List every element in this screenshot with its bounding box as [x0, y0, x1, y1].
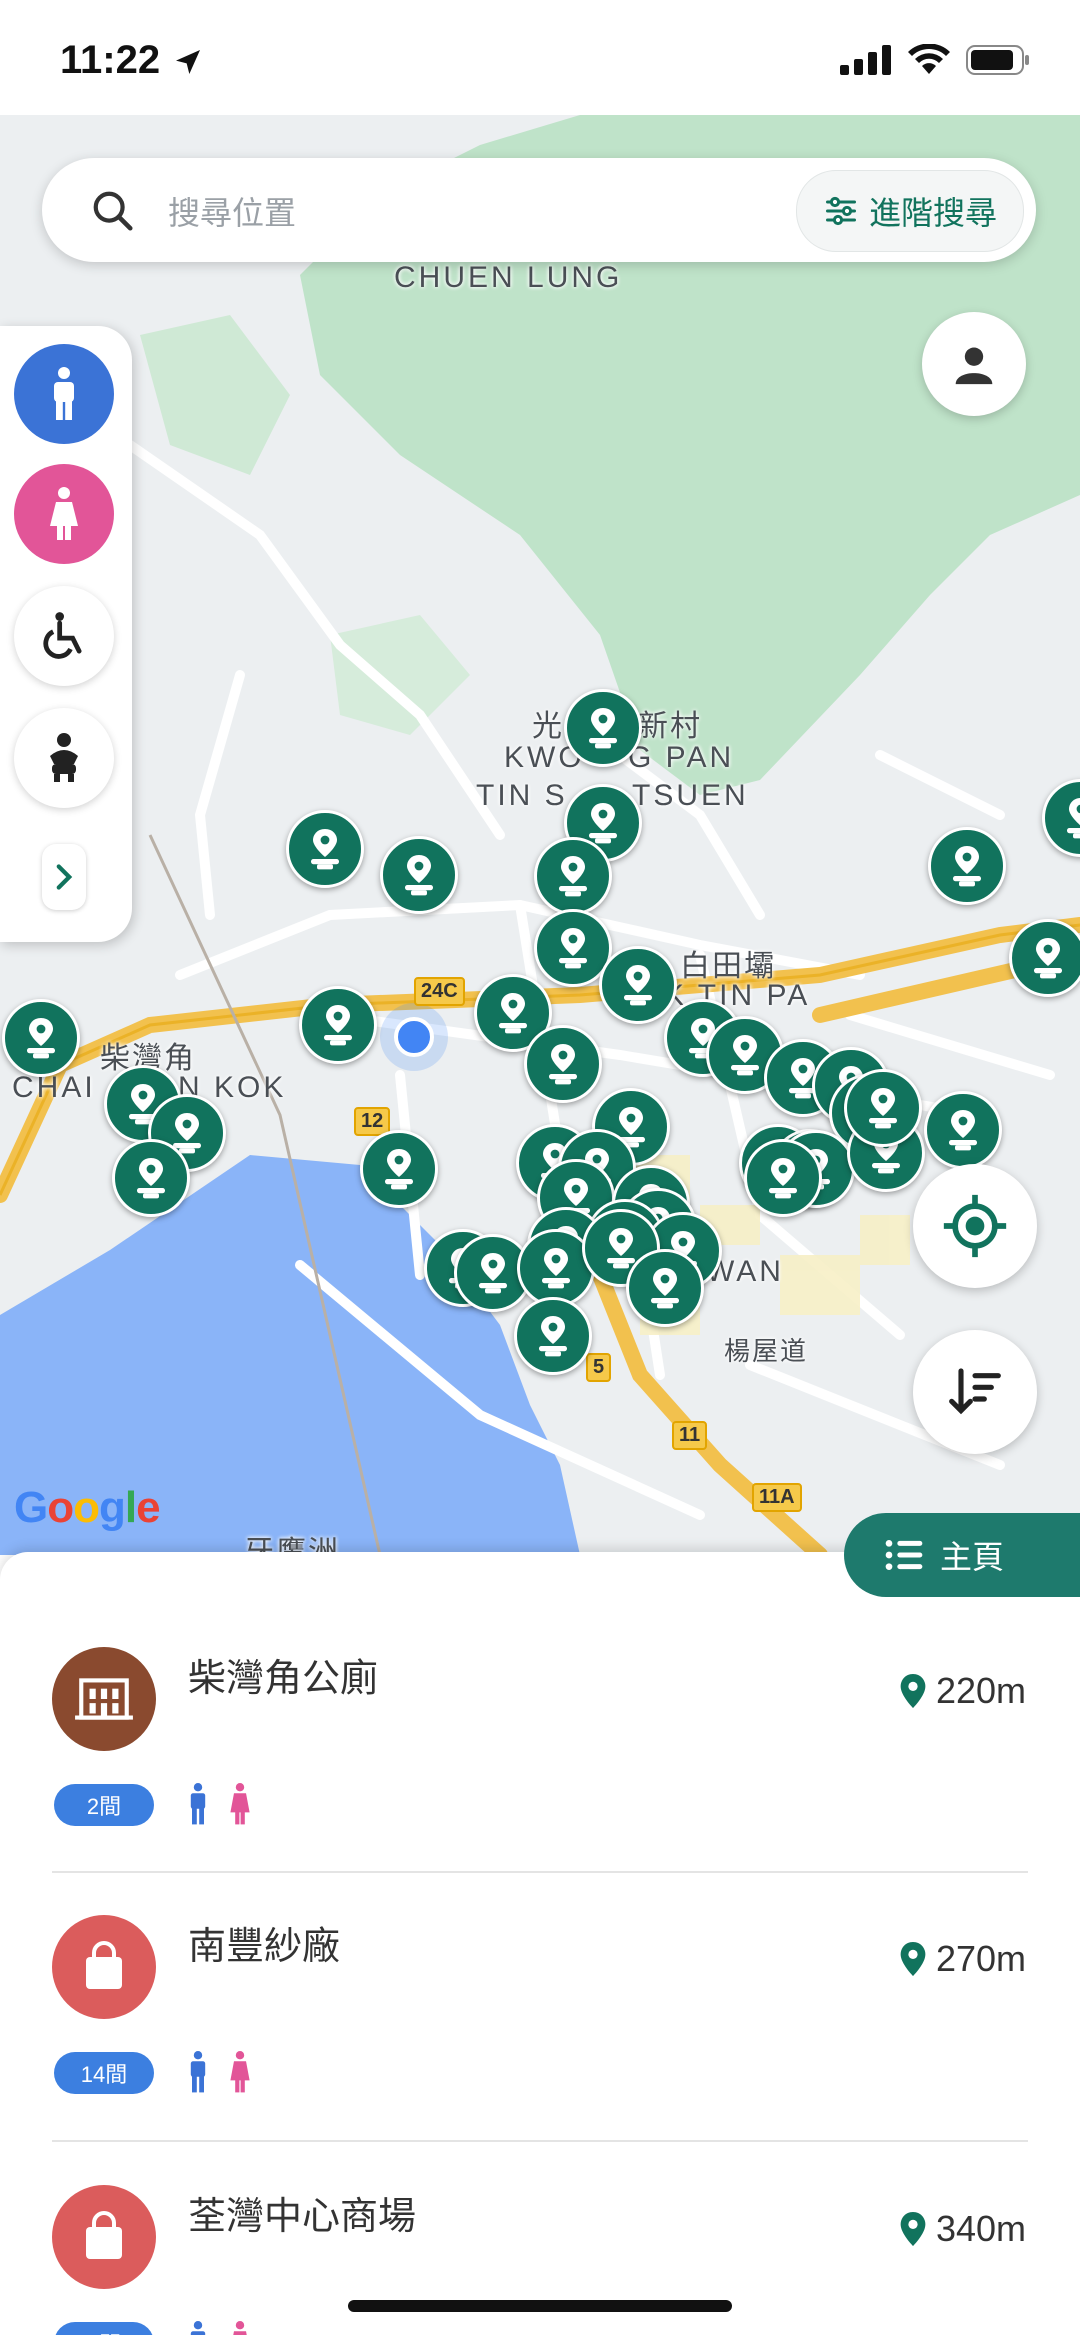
status-icons — [840, 44, 1030, 76]
facility-avatar — [52, 1915, 156, 2019]
route-badge: 11A — [752, 1483, 802, 1512]
filter-accessible-button[interactable] — [14, 586, 114, 686]
profile-button[interactable] — [922, 312, 1026, 416]
map-label-kwong-pan-cn: 光 — [532, 710, 564, 743]
google-logo-letter: G — [14, 1483, 48, 1532]
male-icon — [190, 2051, 206, 2093]
user-icon — [955, 347, 993, 385]
toilet-pin-icon[interactable] — [360, 1130, 438, 1208]
toilet-pin-icon[interactable] — [599, 946, 677, 1024]
google-logo-letter: o — [47, 1483, 74, 1532]
search-icon — [93, 191, 133, 231]
location-arrow-icon — [176, 50, 200, 74]
google-logo-letter: o — [73, 1483, 100, 1532]
wifi-icon — [908, 44, 950, 74]
toilet-pin-icon[interactable] — [514, 1297, 592, 1375]
wheelchair-icon — [43, 612, 82, 659]
stall-count-badge: 2間 — [54, 2322, 154, 2335]
route-badge: 11 — [672, 1421, 708, 1450]
map-label-yeung-uk-road: 楊屋道 — [724, 1336, 809, 1366]
toilet-pin-icon[interactable] — [744, 1139, 822, 1217]
home-tab-label: 主頁 — [940, 1539, 1005, 1575]
male-icon — [54, 367, 74, 420]
toilet-pin-icon[interactable] — [299, 986, 377, 1064]
female-icon — [230, 2051, 250, 2093]
filter-female-button[interactable] — [14, 464, 114, 564]
stall-count-badge: 14間 — [54, 2052, 154, 2094]
home-tab-button[interactable]: 主頁 — [844, 1513, 1080, 1597]
search-input[interactable]: 搜尋位置 — [168, 188, 296, 234]
google-logo: Google — [14, 1483, 161, 1533]
shopping-bag-icon — [86, 2211, 122, 2259]
filter-baby-button[interactable] — [14, 708, 114, 808]
map-label-nga-ying-chau: 牙鷹洲 — [244, 1536, 340, 1555]
toilet-pin-icon[interactable] — [626, 1249, 704, 1327]
facility-name: 南豐紗廠 — [188, 1926, 341, 1968]
facility-distance: 270m — [900, 1938, 1026, 1980]
shopping-bag-icon — [86, 1941, 122, 1989]
toilet-pin-icon[interactable] — [286, 810, 364, 888]
distance-value: 270m — [935, 1938, 1026, 1979]
locate-me-button[interactable] — [913, 1164, 1037, 1288]
sort-icon — [949, 1368, 1001, 1415]
facility-name: 柴灣角公廁 — [188, 1658, 379, 1700]
sliders-icon — [825, 196, 856, 226]
list-icon — [885, 1540, 923, 1570]
map-view[interactable]: CHUEN LUNG 光 新村 KWO G PAN TIN S TSUEN 白田… — [0, 115, 1080, 1555]
toilet-pin-icon[interactable] — [380, 836, 458, 914]
battery-icon — [966, 45, 1029, 75]
facility-distance: 340m — [900, 2208, 1026, 2250]
filter-panel — [0, 326, 132, 942]
route-badge: 5 — [586, 1353, 612, 1382]
map-label-kwong-pan-en1b: G PAN — [628, 741, 735, 774]
status-bar: 11:22 — [0, 0, 1080, 115]
google-logo-letter: e — [136, 1483, 161, 1532]
google-logo-letter: l — [124, 1483, 137, 1532]
google-logo-letter: g — [99, 1483, 126, 1532]
toilet-pin-icon[interactable] — [924, 1091, 1002, 1169]
status-time: 11:22 — [60, 38, 161, 82]
map-label-kwong-pan-en2b: TSUEN — [632, 779, 749, 812]
facility-avatar — [52, 1647, 156, 1751]
chevron-right-icon — [56, 864, 73, 890]
toilet-pin-icon[interactable] — [1009, 919, 1080, 997]
route-badge: 24C — [414, 977, 465, 1006]
map-label-kwong-pan-cn2: 新村 — [638, 710, 702, 743]
filter-expand-button[interactable] — [42, 844, 86, 910]
facility-distance: 220m — [900, 1670, 1026, 1712]
list-item[interactable]: 南豐紗廠 270m 14間 — [0, 1820, 1080, 2094]
location-pin-icon — [900, 2212, 926, 2246]
building-icon — [75, 1678, 133, 1720]
crosshair-icon — [943, 1194, 1007, 1258]
map-label-chuen-lung: CHUEN LUNG — [394, 261, 623, 294]
search-bar[interactable]: 搜尋位置 進階搜尋 — [42, 158, 1036, 262]
female-icon — [233, 2321, 247, 2335]
sort-button[interactable] — [913, 1330, 1037, 1454]
filter-male-button[interactable] — [14, 344, 114, 444]
toilet-pin-icon[interactable] — [564, 689, 642, 767]
home-indicator — [348, 2300, 732, 2312]
toilet-pin-icon[interactable] — [2, 999, 80, 1077]
location-pin-icon — [900, 1674, 926, 1708]
female-icon — [50, 487, 78, 540]
location-pin-icon — [900, 1942, 926, 1976]
signal-icon — [840, 45, 891, 75]
map-label-chai-wan-kok-en1: CHAI — [12, 1071, 96, 1104]
toilet-pin-icon[interactable] — [534, 837, 612, 915]
toilet-pin-icon[interactable] — [112, 1139, 190, 1217]
advanced-search-label: 進階搜尋 — [868, 195, 997, 231]
list-item[interactable]: 荃灣中心商場 340m 2間 — [0, 2090, 1080, 2335]
facility-name: 荃灣中心商場 — [188, 2196, 417, 2238]
facility-avatar — [52, 2185, 156, 2289]
toilet-list-sheet: 柴灣角公廁 220m 2間 南豐紗廠 270m 14間 荃灣中心商場 340m — [0, 1552, 1080, 2335]
baby-change-icon — [50, 733, 78, 782]
distance-value: 340m — [935, 2208, 1026, 2249]
map-label-kwong-pan-en2: TIN S — [476, 779, 568, 812]
advanced-search-button[interactable]: 進階搜尋 — [796, 170, 1024, 252]
toilet-pin-icon[interactable] — [928, 827, 1006, 905]
toilet-pin-icon[interactable] — [524, 1025, 602, 1103]
toilet-pin-icon[interactable] — [844, 1069, 922, 1147]
male-icon — [190, 2321, 206, 2335]
distance-value: 220m — [935, 1670, 1026, 1711]
